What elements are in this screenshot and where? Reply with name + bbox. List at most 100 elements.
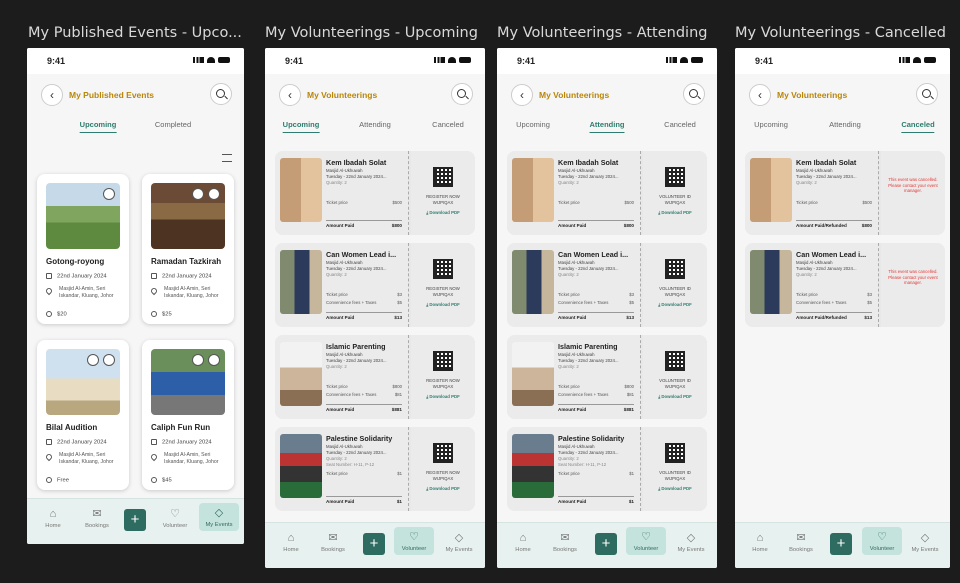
- amount-value: $800: [391, 223, 402, 228]
- ticket-code: VOLUNTEER ID WIJPIQAX: [659, 470, 691, 481]
- nav-label: Volunteer: [162, 523, 188, 529]
- ticket-quantity: Quantity: 2: [558, 456, 579, 461]
- nav-my-events[interactable]: ◇ My Events: [199, 503, 239, 531]
- search-icon[interactable]: [451, 83, 473, 105]
- add-event-button[interactable]: +: [124, 509, 146, 531]
- ticket-card[interactable]: Can Women Lead i... Masjid Al-Ukhuwah Tues…: [275, 243, 475, 327]
- nav-volunteer[interactable]: ♡ Volunteer: [155, 507, 195, 529]
- download-pdf-link[interactable]: ⤓ Download PDF: [411, 486, 475, 491]
- amount-label: Amount Paid: [326, 315, 355, 320]
- ticket-price-label: Ticket price: [558, 384, 580, 389]
- add-event-button[interactable]: +: [595, 533, 617, 555]
- download-pdf-link[interactable]: ⤓ Download PDF: [411, 302, 475, 307]
- delete-icon[interactable]: [208, 188, 220, 200]
- tab-attending[interactable]: Attending: [829, 120, 861, 132]
- tab-canceled[interactable]: Canceled: [664, 120, 696, 132]
- nav-home[interactable]: ⌂ Home: [503, 531, 543, 553]
- ticket-price-value: $500: [392, 200, 402, 205]
- download-pdf-link[interactable]: ⤓ Download PDF: [411, 210, 475, 215]
- ticket-details: Islamic Parenting Masjid Al-Ukhuwah Tuesda…: [275, 335, 409, 419]
- ticket-price-value: $3: [629, 292, 634, 297]
- ticket-image: [280, 434, 322, 498]
- search-icon[interactable]: [683, 83, 705, 105]
- heart-icon: ♡: [409, 531, 419, 543]
- ticket-card[interactable]: Islamic Parenting Masjid Al-Ukhuwah Tuesda…: [507, 335, 707, 419]
- ticket-card[interactable]: Can Women Lead i... Masjid Al-Ukhuwah Tues…: [507, 243, 707, 327]
- tab-attending[interactable]: Attending: [359, 120, 391, 132]
- ticket-card[interactable]: Palestine Solidarity Masjid Al-Ukhuwah Tue…: [507, 427, 707, 511]
- back-button[interactable]: ‹: [511, 84, 533, 106]
- nav-volunteer[interactable]: ♡ Volunteer: [626, 527, 666, 555]
- download-pdf-link[interactable]: ⤓ Download PDF: [643, 210, 707, 215]
- nav-bookings[interactable]: ✉ Bookings: [313, 531, 353, 553]
- ticket-venue: Masjid Al-Ukhuwah: [558, 444, 595, 449]
- nav-my-events[interactable]: ◇ My Events: [671, 531, 711, 553]
- ticket-details: Kem Ibadah Solat Masjid Al-Ukhuwah Tuesday…: [745, 151, 879, 235]
- download-pdf-link[interactable]: ⤓ Download PDF: [411, 394, 475, 399]
- edit-icon[interactable]: [192, 188, 204, 200]
- tab-upcoming[interactable]: Upcoming: [754, 120, 788, 132]
- signal-icon: [899, 57, 910, 63]
- ticket-card[interactable]: Kem Ibadah Solat Masjid Al-Ukhuwah Tuesday…: [275, 151, 475, 235]
- download-label: Download PDF: [429, 486, 460, 491]
- nav-home[interactable]: ⌂ Home: [33, 507, 73, 529]
- dollar-icon: [46, 311, 52, 317]
- event-date-text: 22nd January 2024: [162, 273, 212, 280]
- nav-volunteer[interactable]: ♡ Volunteer: [862, 527, 902, 555]
- event-card[interactable]: Bilal Audition 22nd January 2024 Masjid …: [37, 340, 129, 490]
- divider: [558, 312, 634, 313]
- download-pdf-link[interactable]: ⤓ Download PDF: [643, 302, 707, 307]
- ticket-card[interactable]: Kem Ibadah Solat Masjid Al-Ukhuwah Tuesday…: [745, 151, 945, 235]
- nav-bookings[interactable]: ✉ Bookings: [781, 531, 821, 553]
- event-card[interactable]: Ramadan Tazkirah 22nd January 2024 Masji…: [142, 174, 234, 324]
- nav-home[interactable]: ⌂ Home: [740, 531, 780, 553]
- page-title: My Volunteerings: [777, 90, 848, 100]
- edit-icon[interactable]: [192, 354, 204, 366]
- nav-bookings[interactable]: ✉ Bookings: [545, 531, 585, 553]
- ticket-card[interactable]: Kem Ibadah Solat Masjid Al-Ukhuwah Tuesday…: [507, 151, 707, 235]
- nav-my-events[interactable]: ◇ My Events: [439, 531, 479, 553]
- search-icon[interactable]: [916, 83, 938, 105]
- event-card[interactable]: Gotong-royong 22nd January 2024 Masjid A…: [37, 174, 129, 324]
- nav-my-events[interactable]: ◇ My Events: [905, 531, 945, 553]
- amount-value: $800: [861, 223, 872, 228]
- delete-icon[interactable]: [208, 354, 220, 366]
- tab-upcoming[interactable]: Upcoming: [516, 120, 550, 132]
- home-icon: ⌂: [287, 532, 295, 544]
- nav-volunteer[interactable]: ♡ Volunteer: [394, 527, 434, 555]
- edit-icon[interactable]: [87, 354, 99, 366]
- nav-home[interactable]: ⌂ Home: [271, 531, 311, 553]
- battery-icon: [924, 57, 936, 63]
- tab-attending[interactable]: Attending: [589, 120, 625, 133]
- ticket-date: Tuesday - 22nd January 2024...: [558, 358, 619, 363]
- add-event-button[interactable]: +: [363, 533, 385, 555]
- ticket-card[interactable]: Can Women Lead i... Masjid Al-Ukhuwah Tues…: [745, 243, 945, 327]
- back-button[interactable]: ‹: [279, 84, 301, 106]
- tab-canceled[interactable]: Canceled: [901, 120, 935, 133]
- tab-upcoming[interactable]: Upcoming: [282, 120, 320, 133]
- download-pdf-link[interactable]: ⤓ Download PDF: [643, 394, 707, 399]
- delete-icon[interactable]: [103, 188, 115, 200]
- ticket-date: Tuesday - 22nd January 2024...: [558, 266, 619, 271]
- filter-icon[interactable]: [222, 154, 232, 162]
- delete-icon[interactable]: [103, 354, 115, 366]
- tab-canceled[interactable]: Canceled: [432, 120, 464, 132]
- tab-completed[interactable]: Completed: [155, 120, 191, 132]
- ticket-card[interactable]: Palestine Solidarity Masjid Al-Ukhuwah Tue…: [275, 427, 475, 511]
- nav-bookings[interactable]: ✉ Bookings: [77, 507, 117, 529]
- phone-volunteerings-attending: 9:41 ‹ My Volunteerings Upcoming Attendi…: [497, 48, 717, 568]
- amount-value: $1: [628, 499, 634, 504]
- tab-upcoming[interactable]: Upcoming: [79, 120, 117, 133]
- search-icon[interactable]: [210, 83, 232, 105]
- status-time: 9:41: [517, 56, 536, 66]
- back-button[interactable]: ‹: [749, 84, 771, 106]
- event-name: Bilal Audition: [46, 423, 98, 432]
- event-card[interactable]: Caliph Fun Run 22nd January 2024 Masjid …: [142, 340, 234, 490]
- wifi-icon: [680, 57, 688, 63]
- dollar-icon: [46, 477, 52, 483]
- ticket-card[interactable]: Islamic Parenting Masjid Al-Ukhuwah Tuesda…: [275, 335, 475, 419]
- add-event-button[interactable]: +: [830, 533, 852, 555]
- event-date: 22nd January 2024: [46, 439, 107, 446]
- back-button[interactable]: ‹: [41, 84, 63, 106]
- download-pdf-link[interactable]: ⤓ Download PDF: [643, 486, 707, 491]
